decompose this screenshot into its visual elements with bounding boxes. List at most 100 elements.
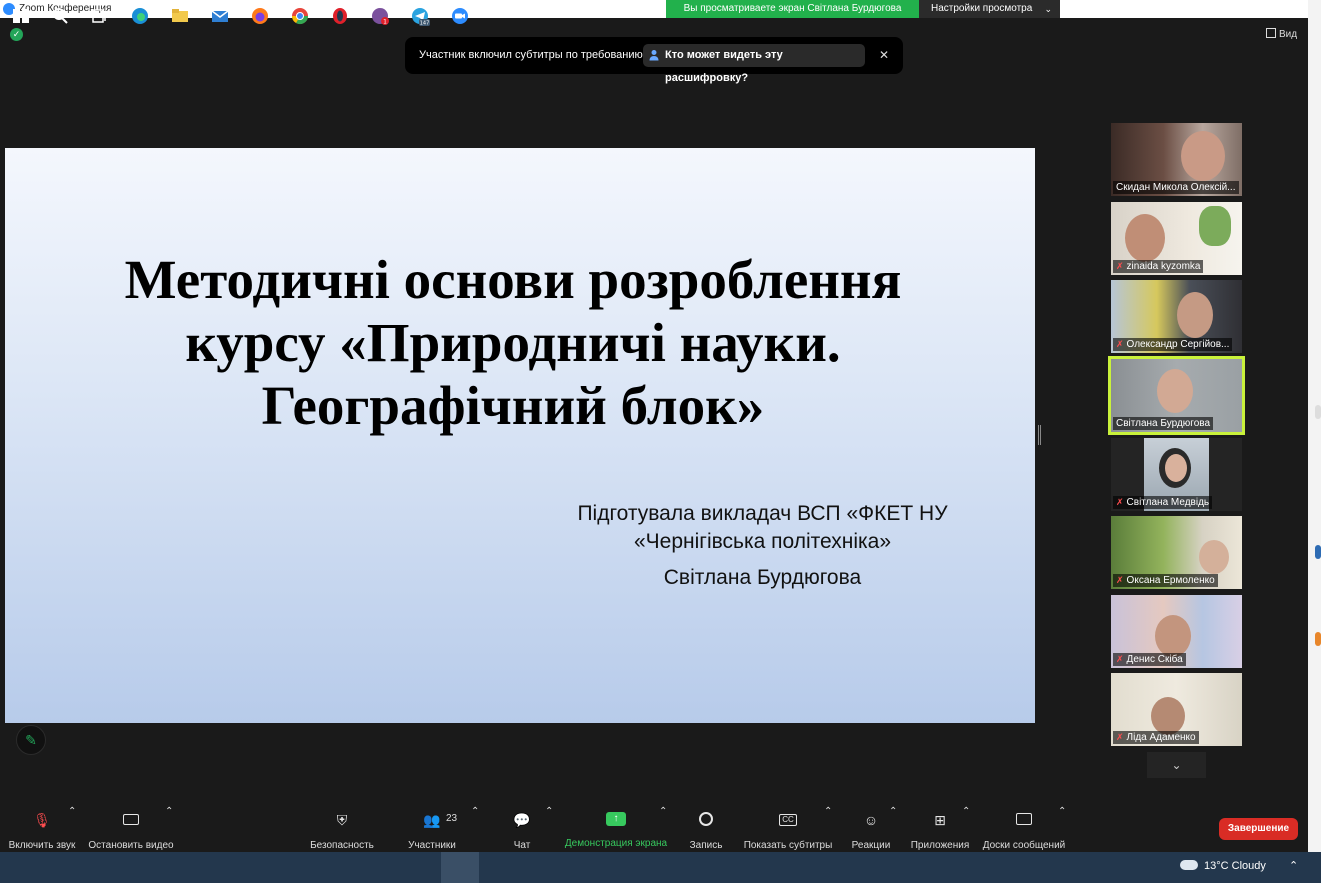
participant-face xyxy=(1125,214,1165,262)
participant-name-text: zinaida kyzomka xyxy=(1126,261,1201,272)
view-settings-label: Настройки просмотра xyxy=(931,3,1033,14)
share-screen-label: Демонстрация экрана xyxy=(564,838,668,849)
viber-icon[interactable]: 1 xyxy=(370,6,390,26)
cloud-icon xyxy=(1180,860,1198,870)
participant-name-text: Світлана Бурдюгова xyxy=(1116,418,1211,429)
viber-badge: 1 xyxy=(383,19,387,26)
chat-label: Чат xyxy=(513,840,531,851)
show-captions-label: Показать субтитры xyxy=(743,840,833,851)
reactions-label: Реакции xyxy=(851,840,891,851)
telegram-badge: 147 xyxy=(420,21,430,26)
participant-name: Світлана Бурдюгова xyxy=(1113,417,1214,430)
participants-icon: 👥 xyxy=(423,812,441,828)
chat-options-caret-icon[interactable]: ⌃ xyxy=(545,806,553,852)
participant-face xyxy=(1199,540,1229,574)
mic-muted-icon: ✗ xyxy=(1116,497,1124,507)
participant-tile-active-speaker[interactable]: Світлана Бурдюгова xyxy=(1108,356,1245,435)
record-icon xyxy=(697,812,715,828)
telegram-icon[interactable]: 147 xyxy=(410,6,430,26)
closed-captions-icon: CC xyxy=(779,812,797,828)
plant xyxy=(1199,206,1231,246)
edge-mark xyxy=(1315,405,1321,419)
participant-name: ✗ Денис Скіба xyxy=(1113,653,1186,666)
view-layout-button[interactable]: Вид xyxy=(1266,28,1297,40)
security-button[interactable]: ⛨ Безопасность xyxy=(304,806,380,852)
share-options-caret-icon[interactable]: ⌃ xyxy=(659,806,667,852)
tray-expand-chevron-icon[interactable]: ⌃ xyxy=(1289,859,1298,872)
end-meeting-button[interactable]: Завершение xyxy=(1219,818,1298,840)
reactions-options-caret-icon[interactable]: ⌃ xyxy=(889,806,897,852)
person-icon xyxy=(649,50,659,61)
participant-tile[interactable]: ✗ Світлана Медвідь xyxy=(1111,438,1242,511)
show-captions-button[interactable]: CC Показать субтитры xyxy=(742,806,834,852)
whiteboards-label: Доски сообщений xyxy=(982,840,1066,851)
shared-screen-slide: Методичні основи розроблення курсу «Прир… xyxy=(5,148,1035,723)
participant-tile[interactable]: Скидан Микола Олексій... xyxy=(1111,123,1242,196)
whiteboard-icon xyxy=(1015,812,1033,828)
zoom-taskbar-icon[interactable] xyxy=(450,6,470,26)
chevron-down-icon: ⌄ xyxy=(1171,758,1182,772)
reactions-button[interactable]: ☺ Реакции xyxy=(848,806,894,852)
mail-icon[interactable] xyxy=(210,6,230,26)
file-explorer-icon[interactable] xyxy=(170,6,190,26)
task-view-icon[interactable] xyxy=(89,6,109,26)
participant-tile[interactable]: ✗ Ліда Адаменко xyxy=(1111,673,1242,746)
slide-title-line: курсу «Природничі науки. xyxy=(185,312,841,373)
firefox-icon[interactable] xyxy=(250,6,270,26)
participant-name: ✗ Світлана Медвідь xyxy=(1113,496,1213,509)
share-screen-button[interactable]: ↑ Демонстрация экрана xyxy=(563,806,669,852)
participants-options-caret-icon[interactable]: ⌃ xyxy=(471,806,479,852)
chat-bubble-icon: 💬 xyxy=(513,812,531,828)
search-icon[interactable] xyxy=(50,6,70,26)
video-camera-icon xyxy=(122,812,140,828)
stop-video-button[interactable]: Остановить видео xyxy=(86,806,176,852)
edge-mark xyxy=(1315,545,1321,559)
panel-resize-handle[interactable] xyxy=(1038,425,1041,445)
apps-options-caret-icon[interactable]: ⌃ xyxy=(962,806,970,852)
participant-face xyxy=(1165,454,1187,482)
participant-name: ✗ Оксана Ермоленко xyxy=(1113,574,1218,587)
video-options-caret-icon[interactable]: ⌃ xyxy=(165,806,173,852)
participant-name-text: Ліда Адаменко xyxy=(1126,732,1196,743)
view-settings-button[interactable]: Настройки просмотра ⌄ xyxy=(919,0,1060,18)
participant-face xyxy=(1177,292,1213,338)
chrome-icon[interactable] xyxy=(290,6,310,26)
stop-video-label: Остановить видео xyxy=(88,840,174,851)
participant-name: ✗ Олександр Сергійов... xyxy=(1113,338,1233,351)
participants-count: 23 xyxy=(446,813,458,824)
participant-tile[interactable]: ✗ Олександр Сергійов... xyxy=(1111,280,1242,353)
opera-icon[interactable] xyxy=(330,6,350,26)
chat-button[interactable]: 💬 Чат xyxy=(504,806,540,852)
slide-author-line: «Чернігівська політехніка» xyxy=(633,530,892,553)
slide-title-line: Географічний блок» xyxy=(261,375,765,436)
edge-browser-icon[interactable] xyxy=(130,6,150,26)
record-label: Запись xyxy=(689,840,723,851)
participant-tile[interactable]: ✗ Денис Скіба xyxy=(1111,595,1242,668)
audio-options-caret-icon[interactable]: ⌃ xyxy=(68,806,76,852)
participant-tile[interactable]: ✗ Оксана Ермоленко xyxy=(1111,516,1242,589)
mic-muted-icon: ✗ xyxy=(1116,732,1124,742)
viewing-share-banner: Вы просматриваете экран Світлана Бурдюго… xyxy=(666,0,919,18)
who-can-see-label: Кто может видеть эту расшифровку? xyxy=(665,49,783,84)
who-can-see-transcript-button[interactable]: Кто может видеть эту расшифровку? xyxy=(643,44,865,84)
windows-start-icon[interactable] xyxy=(11,6,31,26)
weather-widget[interactable]: 13°C Cloudy xyxy=(1180,860,1266,872)
chevron-down-icon: ⌄ xyxy=(1044,4,1052,14)
zoom-window: Zoom Конференция Вы просматриваете экран… xyxy=(0,0,1321,883)
participant-name-text: Оксана Ермоленко xyxy=(1126,575,1215,586)
captions-options-caret-icon[interactable]: ⌃ xyxy=(824,806,832,852)
shield-icon: ⛨ xyxy=(336,812,348,828)
whiteboards-options-caret-icon[interactable]: ⌃ xyxy=(1058,806,1066,852)
slide-author: Підготувала викладач ВСП «ФКЕТ НУ «Черні… xyxy=(545,500,980,556)
scroll-participants-down-button[interactable]: ⌄ xyxy=(1147,752,1206,778)
mic-muted-icon: ✗ xyxy=(1116,339,1124,349)
participant-name-text: Світлана Медвідь xyxy=(1126,497,1210,508)
encryption-shield-icon[interactable]: ✓ xyxy=(10,28,23,41)
record-button[interactable]: Запись xyxy=(684,806,728,852)
close-icon[interactable]: ✕ xyxy=(879,48,889,62)
participant-tile[interactable]: ✗ zinaida kyzomka xyxy=(1111,202,1242,275)
slide-title-line: Методичні основи розроблення xyxy=(124,249,902,310)
whiteboards-button[interactable]: Доски сообщений xyxy=(980,806,1068,852)
caption-notification: Участник включил субтитры по требованию … xyxy=(405,37,903,84)
annotate-pencil-icon[interactable]: ✎ xyxy=(16,725,46,755)
